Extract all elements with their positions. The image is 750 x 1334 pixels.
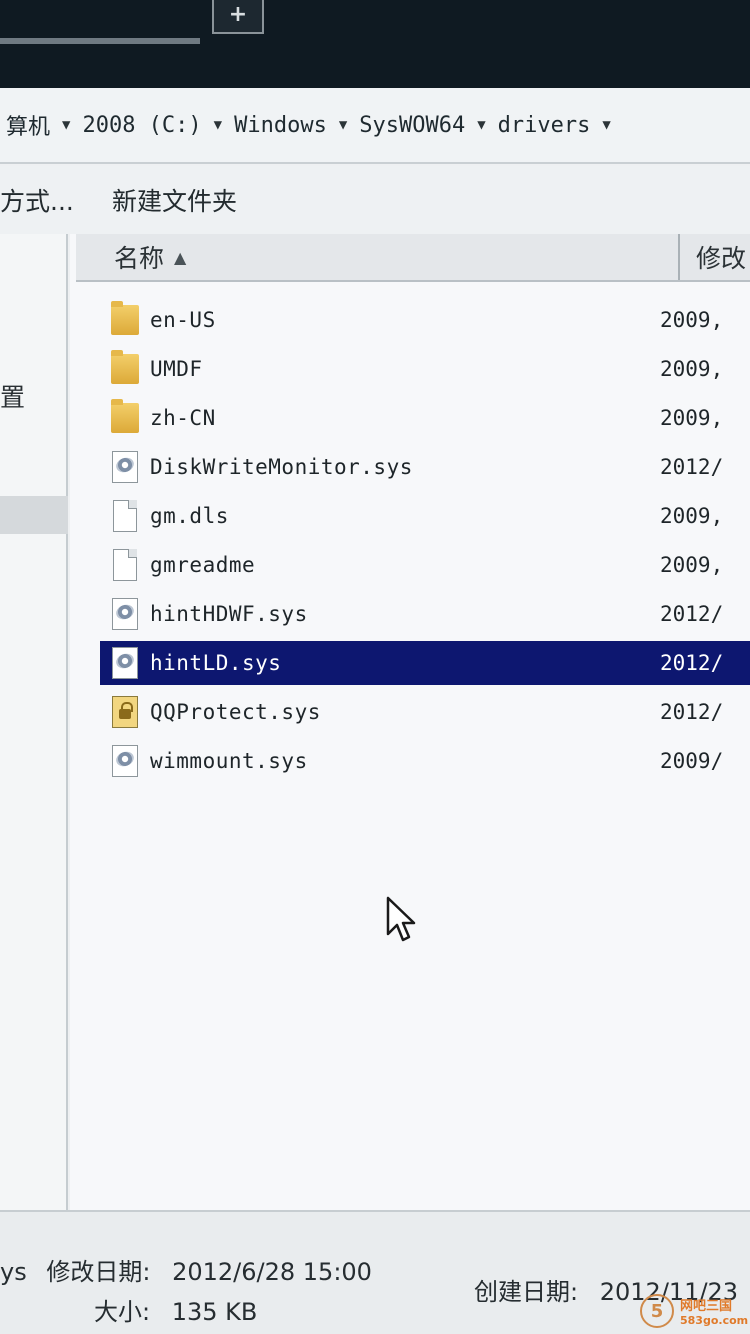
file-name: zh-CN (150, 406, 216, 430)
file-modified-date: 2012/ (660, 700, 724, 724)
system-file-icon (110, 450, 140, 484)
breadcrumb-drivers[interactable]: drivers ▼ (492, 113, 617, 138)
file-row[interactable]: gm.dls 2009, (100, 494, 750, 538)
file-modified-date: 2009, (660, 553, 724, 577)
navigation-pane[interactable]: 置 (0, 234, 68, 1210)
file-modified-date: 2009, (660, 308, 724, 332)
sort-ascending-icon: ▲ (174, 247, 187, 267)
breadcrumb-drive[interactable]: 2008 (C:) ▼ (76, 113, 228, 138)
file-modified-date: 2009, (660, 406, 724, 430)
file-modified-date: 2012/ (660, 602, 724, 626)
new-folder-button[interactable]: 新建文件夹 (112, 182, 237, 218)
chevron-down-icon[interactable]: ▼ (56, 117, 76, 133)
nav-item-selected[interactable] (0, 496, 68, 534)
details-size-value: 135 KB (171, 1298, 258, 1326)
locked-file-icon (110, 695, 140, 729)
file-name: hintLD.sys (150, 651, 282, 675)
column-header-name[interactable]: 名称 ▲ (76, 234, 680, 280)
system-file-icon (110, 646, 140, 680)
file-row[interactable]: gmreadme 2009, (100, 543, 750, 587)
breadcrumb-computer[interactable]: 算机 ▼ (0, 109, 76, 141)
folder-icon (110, 350, 140, 386)
command-toolbar: 方式... 新建文件夹 (0, 166, 750, 234)
file-modified-date: 2012/ (660, 455, 724, 479)
file-name: QQProtect.sys (150, 700, 321, 724)
folder-icon (110, 301, 140, 337)
column-header: 名称 ▲ 修改 (76, 234, 750, 282)
new-tab-button[interactable]: + (212, 0, 264, 34)
system-file-icon (110, 597, 140, 631)
address-bar[interactable]: 算机 ▼ 2008 (C:) ▼ Windows ▼ SysWOW64 ▼ driver… (0, 88, 750, 164)
file-row[interactable]: UMDF 2009, (100, 347, 750, 391)
watermark-line2: 583go.com (680, 1314, 749, 1327)
details-size: 大小: 135 KB (94, 1292, 257, 1327)
details-size-label: 大小: (94, 1298, 151, 1326)
details-created-label: 创建日期: (474, 1278, 579, 1306)
organize-button[interactable]: 方式... (0, 182, 112, 218)
window-titlebar: + (0, 0, 750, 88)
file-modified-date: 2009, (660, 504, 724, 528)
details-modified-label: 修改日期: (46, 1258, 151, 1286)
file-name: UMDF (150, 357, 203, 381)
file-list[interactable]: 名称 ▲ 修改 en-US 2009, UMDF 2009, zh-CN 2009, Dis… (70, 234, 750, 1210)
breadcrumb-windows[interactable]: Windows ▼ (228, 113, 353, 138)
file-name: en-US (150, 308, 216, 332)
chevron-down-icon[interactable]: ▼ (208, 117, 228, 133)
watermark-logo: 5 网吧三国 583go.com (640, 1288, 750, 1334)
details-modified: ys 修改日期: 2012/6/28 15:00 (0, 1252, 372, 1287)
file-name: gmreadme (150, 553, 256, 577)
file-modified-date: 2009/ (660, 749, 724, 773)
breadcrumb-syswow64[interactable]: SysWOW64 ▼ (353, 113, 491, 138)
mouse-pointer-icon (386, 896, 416, 942)
file-row[interactable]: hintHDWF.sys 2012/ (100, 592, 750, 636)
file-modified-date: 2012/ (660, 651, 724, 675)
nav-item-label[interactable]: 置 (0, 378, 25, 414)
column-header-modified[interactable]: 修改 (686, 234, 746, 280)
file-name: gm.dls (150, 504, 229, 528)
chevron-down-icon[interactable]: ▼ (471, 117, 491, 133)
file-name: hintHDWF.sys (150, 602, 308, 626)
file-row[interactable]: wimmount.sys 2009/ (100, 739, 750, 783)
watermark-line1: 网吧三国 (680, 1299, 733, 1314)
file-row[interactable]: hintLD.sys 2012/ (100, 641, 750, 685)
chevron-down-icon[interactable]: ▼ (333, 117, 353, 133)
details-pane: ys 修改日期: 2012/6/28 15:00 大小: 135 KB 创建日期… (0, 1210, 750, 1334)
details-type-partial: ys (0, 1258, 27, 1286)
file-modified-date: 2009, (660, 357, 724, 381)
watermark-logo-icon: 5 (640, 1294, 674, 1328)
file-row[interactable]: QQProtect.sys 2012/ (100, 690, 750, 734)
taskbar-strip (0, 38, 200, 44)
file-name: DiskWriteMonitor.sys (150, 455, 413, 479)
chevron-down-icon[interactable]: ▼ (596, 117, 616, 133)
file-row[interactable]: zh-CN 2009, (100, 396, 750, 440)
details-modified-value: 2012/6/28 15:00 (172, 1258, 372, 1286)
document-icon (110, 548, 140, 582)
folder-icon (110, 399, 140, 435)
document-icon (110, 499, 140, 533)
file-row[interactable]: DiskWriteMonitor.sys 2012/ (100, 445, 750, 489)
file-row[interactable]: en-US 2009, (100, 298, 750, 342)
system-file-icon (110, 744, 140, 778)
file-name: wimmount.sys (150, 749, 308, 773)
